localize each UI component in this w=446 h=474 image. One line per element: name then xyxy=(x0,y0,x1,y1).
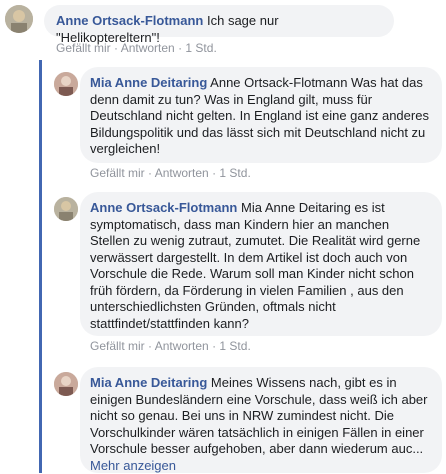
like-button[interactable]: Gefällt mir xyxy=(90,339,145,353)
comment-author[interactable]: Anne Ortsack-Flotmann xyxy=(90,200,237,215)
reply-thread-line xyxy=(39,60,42,473)
like-button[interactable]: Gefällt mir xyxy=(90,166,145,180)
comment-author[interactable]: Mia Anne Deitaring xyxy=(90,75,207,90)
comment-bubble: Anne Ortsack-Flotmann Ich sage nur "Heli… xyxy=(44,5,394,45)
comment-actions: Gefällt mir · Antworten · 1 Std. xyxy=(90,166,251,180)
show-more-link[interactable]: Mehr anzeigen xyxy=(90,458,176,473)
reply-button[interactable]: Antworten xyxy=(155,166,209,180)
avatar-mia[interactable] xyxy=(54,72,78,96)
comment-author[interactable]: Anne Ortsack-Flotmann xyxy=(56,13,203,28)
separator: · xyxy=(212,339,217,353)
comment-author[interactable]: Mia Anne Deitaring xyxy=(90,375,207,390)
comment-time[interactable]: 1 Std. xyxy=(219,166,250,180)
profile-photo-icon xyxy=(54,372,78,396)
comment-bubble: Anne Ortsack-Flotmann Mia Anne Deitaring… xyxy=(80,192,442,336)
separator: · xyxy=(148,166,153,180)
like-button[interactable]: Gefällt mir xyxy=(56,41,111,55)
reply-button[interactable]: Antworten xyxy=(121,41,175,55)
separator: · xyxy=(178,41,183,55)
comment-actions: Gefällt mir · Antworten · 1 Std. xyxy=(56,41,217,55)
separator: · xyxy=(212,166,217,180)
profile-photo-icon xyxy=(54,72,78,96)
reply-button[interactable]: Antworten xyxy=(155,339,209,353)
comment-time[interactable]: 1 Std. xyxy=(185,41,216,55)
comment-bubble: Mia Anne Deitaring Meines Wissens nach, … xyxy=(80,367,442,473)
comment-time[interactable]: 1 Std. xyxy=(219,339,250,353)
avatar-anne[interactable] xyxy=(54,197,78,221)
separator: · xyxy=(148,339,153,353)
profile-photo-icon xyxy=(5,5,33,33)
avatar-anne[interactable] xyxy=(5,5,33,33)
separator: · xyxy=(114,41,119,55)
avatar-mia[interactable] xyxy=(54,372,78,396)
comment-actions: Gefällt mir · Antworten · 1 Std. xyxy=(90,339,251,353)
comment-text: Mia Anne Deitaring es ist symptomatisch,… xyxy=(90,200,421,331)
comment-bubble: Mia Anne Deitaring Anne Ortsack-Flotmann… xyxy=(80,67,442,163)
profile-photo-icon xyxy=(54,197,78,221)
